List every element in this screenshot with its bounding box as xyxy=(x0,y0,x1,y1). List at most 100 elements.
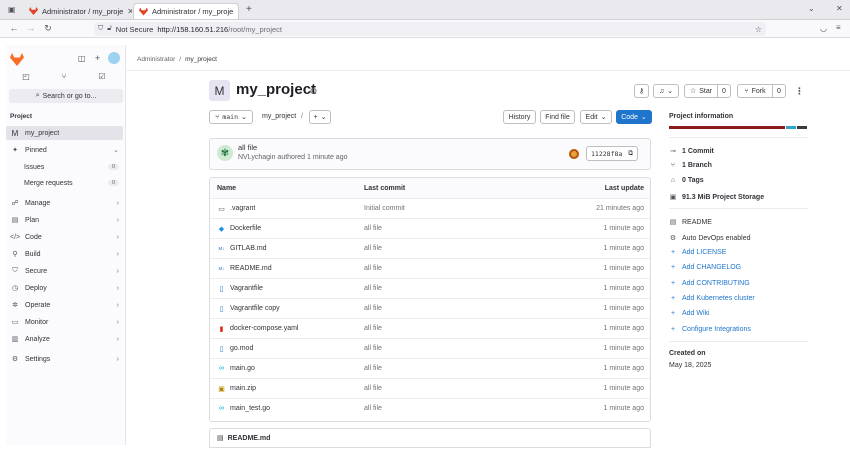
file-last-commit[interactable]: all file xyxy=(364,345,382,352)
file-name[interactable]: Vagrantfile copy xyxy=(230,305,280,312)
file-name-cell[interactable]: ▭ .vagrant xyxy=(217,205,255,213)
add-to-tree-dropdown[interactable]: + ⌄ xyxy=(309,110,331,124)
more-actions-icon[interactable]: ⋮ xyxy=(795,86,804,97)
file-last-commit[interactable]: all file xyxy=(364,265,382,272)
table-row[interactable]: M↓ GITLAB.md all file 1 minute ago xyxy=(210,238,650,258)
file-last-commit[interactable]: all file xyxy=(364,305,382,312)
user-avatar[interactable] xyxy=(108,52,120,64)
add-kubernetes-cluster-link[interactable]: + Add Kubernetes cluster xyxy=(669,295,755,302)
file-name[interactable]: Vagrantfile xyxy=(230,285,263,292)
history-button[interactable]: History xyxy=(503,110,536,124)
table-row[interactable]: M↓ README.md all file 1 minute ago xyxy=(210,258,650,278)
sidebar-item-manage[interactable]: ☍ Manage › xyxy=(6,196,123,210)
table-row[interactable]: ∞ main_test.go all file 1 minute ago xyxy=(210,398,650,418)
app-menu-icon[interactable]: ≡ xyxy=(836,23,841,32)
todo-shortcut-icon[interactable]: ☑ xyxy=(84,69,120,83)
branch-switcher[interactable]: ⑂ main ⌄ xyxy=(209,110,253,124)
file-last-commit[interactable]: all file xyxy=(364,325,382,332)
file-name[interactable]: go.mod xyxy=(230,345,253,352)
table-row[interactable]: ▣ main.zip all file 1 minute ago xyxy=(210,378,650,398)
file-name[interactable]: main.go xyxy=(230,365,255,372)
file-name[interactable]: .vagrant xyxy=(230,205,255,212)
code-dropdown[interactable]: Code ⌄ xyxy=(616,110,652,124)
file-last-commit[interactable]: all file xyxy=(364,225,382,232)
auto-devops-link[interactable]: ⚙ Auto DevOps enabled xyxy=(669,234,751,243)
language-bar-segment[interactable] xyxy=(797,126,807,129)
edit-dropdown[interactable]: Edit ⌄ xyxy=(580,110,612,124)
tab-list-icon[interactable]: ▣ xyxy=(8,5,16,14)
file-last-commit[interactable]: all file xyxy=(364,385,382,392)
table-row[interactable]: ▭ .vagrant Initial commit 21 minutes ago xyxy=(210,198,650,218)
file-name[interactable]: GITLAB.md xyxy=(230,245,267,252)
sidebar-item-build[interactable]: ⚲ Build › xyxy=(6,247,123,261)
window-close-icon[interactable]: ✕ xyxy=(836,4,843,13)
file-name-cell[interactable]: ∞ main.go xyxy=(217,365,255,372)
sidebar-item-code[interactable]: </> Code › xyxy=(6,230,123,244)
file-last-commit[interactable]: all file xyxy=(364,285,382,292)
bookmark-star-icon[interactable]: ☆ xyxy=(755,25,762,34)
table-row[interactable]: ▯ Vagrantfile all file 1 minute ago xyxy=(210,278,650,298)
sidebar-item-issues[interactable]: Issues 0 xyxy=(6,160,123,174)
table-row[interactable]: ◆ Dockerfile all file 1 minute ago xyxy=(210,218,650,238)
table-row[interactable]: ▯ go.mod all file 1 minute ago xyxy=(210,338,650,358)
forward-arrow-icon[interactable]: → xyxy=(24,23,38,33)
branches-stat[interactable]: ⑂ 1 Branch xyxy=(669,162,712,169)
merge-requests-shortcut-icon[interactable]: ⑂ xyxy=(46,69,82,83)
file-name-cell[interactable]: ◆ Dockerfile xyxy=(217,225,261,233)
add-wiki-link[interactable]: + Add Wiki xyxy=(669,310,710,317)
file-last-commit[interactable]: all file xyxy=(364,365,382,372)
close-tab-icon[interactable]: ✕ xyxy=(127,7,132,16)
sidebar-item-deploy[interactable]: ◷ Deploy › xyxy=(6,281,123,295)
add-contributing-link[interactable]: + Add CONTRIBUTING xyxy=(669,280,750,287)
sidebar-item-pinned[interactable]: ✦ Pinned ⌄ xyxy=(6,143,123,157)
star-button[interactable]: ☆ Star xyxy=(684,84,718,98)
commit-avatar-icon[interactable]: ✾ xyxy=(217,145,233,161)
browser-tab-2[interactable]: Administrator / my_proje ✕ xyxy=(133,3,239,19)
close-tab-icon[interactable]: ✕ xyxy=(237,7,238,16)
file-name[interactable]: docker-compose.yaml xyxy=(230,325,298,332)
readme-title[interactable]: README.md xyxy=(228,435,271,442)
tab-overflow-chevron-icon[interactable]: ⌄ xyxy=(808,4,815,13)
sidebar-item-plan[interactable]: ▤ Plan › xyxy=(6,213,123,227)
file-name[interactable]: README.md xyxy=(230,265,272,272)
create-new-icon[interactable]: + xyxy=(95,53,100,63)
sidebar-item-monitor[interactable]: ▭ Monitor › xyxy=(6,315,123,329)
file-name-cell[interactable]: ▯ go.mod xyxy=(217,345,254,353)
find-file-button[interactable]: Find file xyxy=(540,110,575,124)
browser-tab-1[interactable]: Administrator / my_proje ✕ xyxy=(24,3,132,19)
sidebar-item-merge-requests[interactable]: Merge requests 0 xyxy=(6,176,123,190)
sidebar-item-settings[interactable]: ⚙ Settings › xyxy=(6,352,123,366)
file-name-cell[interactable]: M↓ README.md xyxy=(217,265,272,272)
search-button[interactable]: ⌕ Search or go to... xyxy=(9,89,123,103)
collapse-sidebar-icon[interactable]: ◫ xyxy=(78,54,86,63)
fork-count[interactable]: 0 xyxy=(772,84,786,98)
sidebar-item-operate[interactable]: ✲ Operate › xyxy=(6,298,123,312)
notifications-dropdown[interactable]: ♫ ⌄ xyxy=(653,84,679,98)
file-name-cell[interactable]: ∞ main_test.go xyxy=(217,405,270,412)
tags-stat[interactable]: ⌂ 0 Tags xyxy=(669,177,704,184)
table-row[interactable]: ▯ Vagrantfile copy all file 1 minute ago xyxy=(210,298,650,318)
table-row[interactable]: ∞ main.go all file 1 minute ago xyxy=(210,358,650,378)
gitlab-logo[interactable] xyxy=(10,53,24,66)
breadcrumb-current[interactable]: my_project xyxy=(185,56,217,63)
sidebar-item-secure[interactable]: ⛉ Secure › xyxy=(6,264,123,278)
back-arrow-icon[interactable]: ← xyxy=(7,23,21,33)
breadcrumb-root[interactable]: Administrator xyxy=(137,56,175,63)
pocket-icon[interactable]: ◡ xyxy=(820,24,827,33)
storage-stat[interactable]: ▣ 91.3 MiB Project Storage xyxy=(669,193,764,202)
sidebar-item-analyze[interactable]: ▥ Analyze › xyxy=(6,332,123,346)
repo-path-link[interactable]: my_project xyxy=(262,113,296,120)
commit-sha-button[interactable]: 11228f8a ⧉ xyxy=(586,146,638,161)
file-last-commit[interactable]: Initial commit xyxy=(364,205,405,212)
add-changelog-link[interactable]: + Add CHANGELOG xyxy=(669,264,741,271)
star-count[interactable]: 0 xyxy=(717,84,731,98)
address-bar[interactable]: ⛉ 🔓︎ Not Secure http://158.160.51.216/ro… xyxy=(94,22,766,36)
file-last-commit[interactable]: all file xyxy=(364,405,382,412)
commits-stat[interactable]: ⊸ 1 Commit xyxy=(669,147,714,156)
file-name-cell[interactable]: ▯ Vagrantfile xyxy=(217,285,263,293)
sidebar-item-project[interactable]: M my_project xyxy=(6,126,123,140)
insecure-lock-icon[interactable]: 🔓︎ xyxy=(107,25,112,33)
language-bar-segment[interactable] xyxy=(669,126,785,129)
issues-shortcut-icon[interactable]: ◰ xyxy=(8,69,44,83)
configure-integrations-link[interactable]: + Configure Integrations xyxy=(669,326,751,333)
